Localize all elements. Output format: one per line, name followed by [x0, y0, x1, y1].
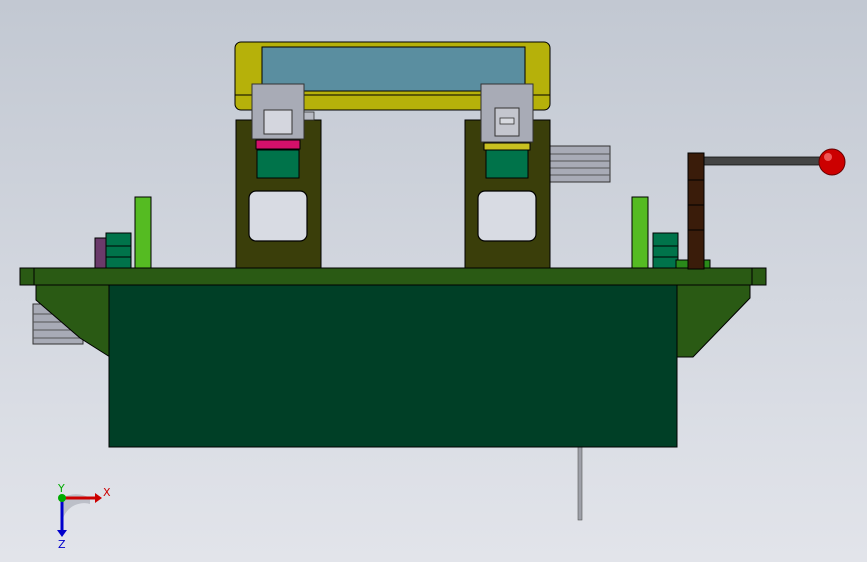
frame-left[interactable] — [235, 83, 322, 269]
right-clamp-block — [652, 232, 679, 269]
base-block[interactable] — [108, 284, 678, 448]
lever-knob[interactable] — [818, 148, 846, 176]
left-clamp-block — [105, 232, 132, 269]
frame-right[interactable] — [464, 83, 551, 269]
y-axis-dot — [58, 494, 66, 502]
side-cylinder-right — [548, 145, 611, 183]
right-guide-post — [631, 196, 649, 269]
x-axis-label: X — [103, 486, 111, 499]
y-axis-label: Y — [57, 482, 65, 495]
orientation-triad: X Y Z — [40, 480, 130, 554]
fixture-assembly-model[interactable] — [0, 0, 867, 562]
side-bracket-right — [675, 284, 751, 358]
top-plate[interactable] — [19, 267, 767, 286]
cad-3d-viewport[interactable]: X Y Z — [0, 0, 867, 562]
clamp-pad-left — [255, 139, 301, 150]
frame-window-right — [477, 190, 537, 242]
z-axis-label: Z — [58, 538, 66, 550]
locator-pin — [577, 441, 583, 521]
lever-handle[interactable] — [687, 148, 846, 270]
left-guide-post — [134, 196, 152, 269]
clamp-pad-right — [483, 142, 531, 151]
frame-window-left — [248, 190, 308, 242]
